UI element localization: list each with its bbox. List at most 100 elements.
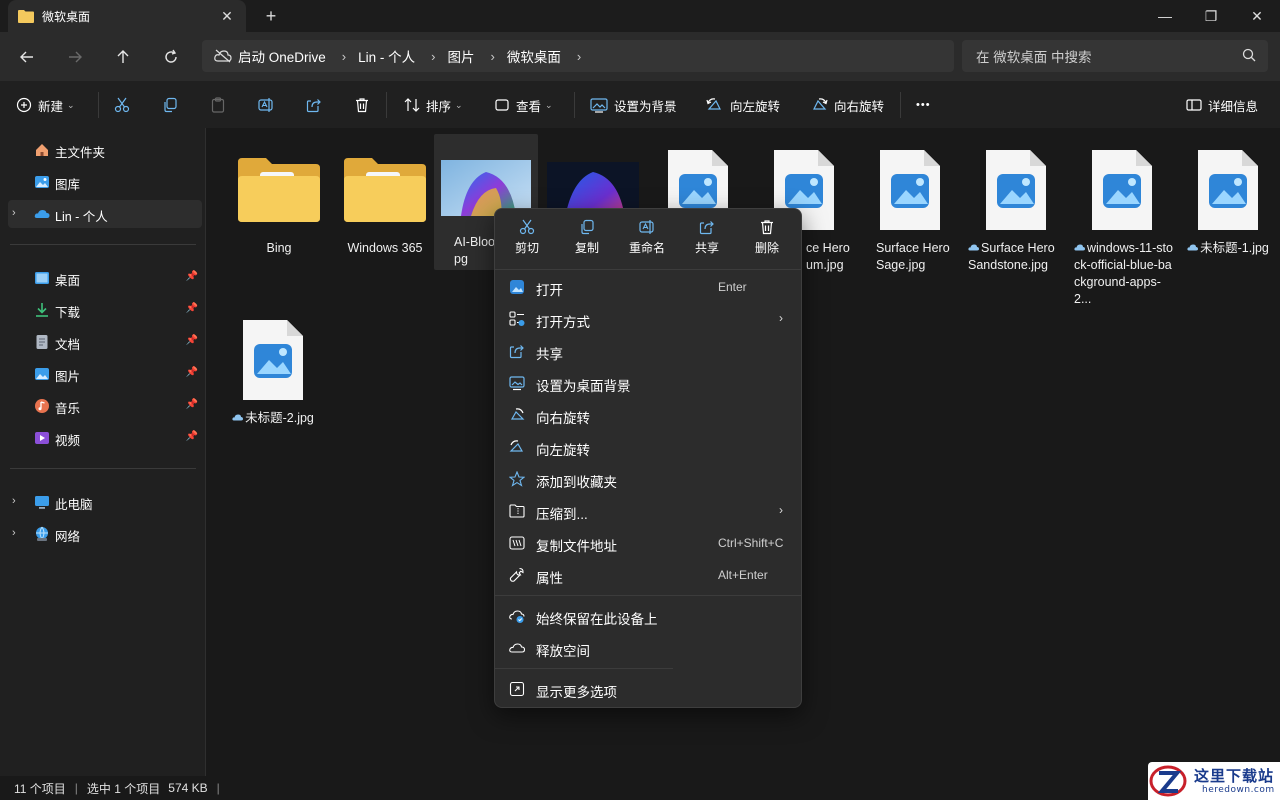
new-button[interactable]: 新建 ⌄ [16, 92, 75, 118]
menu-item-compress[interactable]: 压缩到... › [499, 496, 797, 526]
sidebar-item-desktop[interactable]: 桌面 📌 [8, 264, 202, 292]
pin-icon[interactable]: 📌 [186, 431, 198, 442]
file-tile-folder[interactable]: Windows 365 [333, 136, 437, 270]
rename-button[interactable] [258, 92, 274, 118]
menu-label: 压缩到... [536, 507, 588, 522]
menu-item-rotate-left[interactable]: 向左旋转 [499, 432, 797, 462]
breadcrumb-onedrive[interactable]: 启动 OneDrive [238, 46, 326, 66]
cut-button[interactable] [114, 92, 130, 118]
sidebar-item-home[interactable]: 主文件夹 [8, 136, 202, 164]
chevron-right-icon[interactable]: › [12, 207, 16, 219]
scissors-icon [519, 219, 535, 235]
maximize-button[interactable]: ❐ [1188, 0, 1234, 32]
menu-item-open-with[interactable]: 打开方式 › [499, 304, 797, 334]
minimize-button[interactable]: — [1142, 0, 1188, 32]
tab-title: 微软桌面 [42, 9, 91, 24]
paste-button[interactable] [210, 92, 226, 118]
back-button[interactable] [14, 44, 40, 70]
copy-button[interactable]: 复制 [559, 219, 615, 263]
sidebar-item-network[interactable]: › 网络 [8, 520, 202, 548]
file-tile-folder[interactable]: Bing [227, 136, 331, 270]
view-label: 查看 [516, 99, 542, 114]
chevron-right-icon[interactable]: › [490, 49, 494, 64]
chevron-right-icon[interactable]: › [431, 49, 435, 64]
context-quick-actions: 剪切 复制 重命名 共享 删除 [495, 209, 801, 265]
copy-path-icon [509, 536, 525, 550]
menu-item-free-space[interactable]: 释放空间 [499, 633, 797, 663]
address-bar[interactable]: 启动 OneDrive › Lin - 个人 › 图片 › 微软桌面 › [202, 40, 954, 72]
sidebar-item-downloads[interactable]: 下载 📌 [8, 296, 202, 324]
sidebar-item-music[interactable]: 音乐 📌 [8, 392, 202, 420]
menu-label: 共享 [536, 347, 563, 362]
trash-icon [761, 220, 773, 235]
site-watermark: 这里下载站 heredown.com [1148, 762, 1280, 800]
menu-item-rotate-right[interactable]: 向右旋转 [499, 400, 797, 430]
rotate-left-button[interactable]: 向左旋转 [706, 92, 780, 118]
chevron-right-icon[interactable]: › [12, 495, 16, 507]
pin-icon[interactable]: 📌 [186, 367, 198, 378]
refresh-button[interactable] [158, 44, 184, 70]
search-input[interactable]: 在 微软桌面 中搜索 [962, 40, 1268, 72]
close-tab-icon[interactable]: ✕ [218, 7, 236, 25]
pin-icon[interactable]: 📌 [186, 335, 198, 346]
breadcrumb-lin[interactable]: Lin - 个人 [358, 46, 415, 66]
sort-button[interactable]: 排序 ⌄ [404, 92, 463, 118]
cloud-icon [1187, 244, 1199, 251]
chevron-right-icon[interactable]: › [577, 49, 581, 64]
item-count: 11 个项目 [14, 781, 66, 796]
sidebar-item-videos[interactable]: 视频 📌 [8, 424, 202, 452]
breadcrumb-current[interactable]: 微软桌面 [507, 46, 561, 66]
up-button[interactable] [110, 44, 136, 70]
sidebar-item-pictures[interactable]: 图片 📌 [8, 360, 202, 388]
file-name-text: Surface Hero Sandstone.jpg [968, 241, 1055, 272]
details-button[interactable]: 详细信息 [1186, 92, 1258, 118]
delete-button[interactable] [354, 92, 370, 118]
menu-item-open[interactable]: 打开 Enter [499, 272, 797, 302]
new-tab-button[interactable]: + [262, 6, 280, 26]
rename-icon [639, 220, 654, 234]
rename-button[interactable]: 重命名 [619, 219, 675, 263]
menu-item-keep-on-device[interactable]: 始终保留在此设备上 [499, 601, 797, 631]
share-button[interactable] [306, 92, 322, 118]
file-tile-image[interactable]: 未标题-1.jpg [1176, 136, 1280, 270]
delete-label: 删除 [754, 241, 779, 255]
pin-icon[interactable]: 📌 [186, 271, 198, 282]
pin-icon[interactable]: 📌 [186, 303, 198, 314]
copy-button[interactable] [162, 92, 178, 118]
menu-item-add-to-favorites[interactable]: 添加到收藏夹 [499, 464, 797, 494]
menu-item-share[interactable]: 共享 [499, 336, 797, 366]
status-separator: | [74, 781, 78, 795]
sidebar-item-gallery[interactable]: 图库 [8, 168, 202, 196]
delete-button[interactable]: 删除 [739, 219, 795, 263]
tab-current[interactable]: 微软桌面 ✕ [8, 0, 246, 32]
cut-button[interactable]: 剪切 [499, 219, 555, 263]
rotate-right-button[interactable]: 向右旋转 [810, 92, 884, 118]
menu-item-show-more-options[interactable]: 显示更多选项 [499, 674, 797, 704]
computer-icon [35, 496, 49, 509]
menu-label: 释放空间 [536, 644, 590, 659]
file-tile-image[interactable]: windows-11-stock-official-blue-backgroun… [1070, 136, 1174, 306]
forward-button[interactable] [62, 44, 88, 70]
set-background-button[interactable]: 设置为背景 [590, 92, 677, 118]
file-tile-image[interactable]: Surface Hero Sage.jpg [858, 136, 962, 272]
menu-item-copy-path[interactable]: 复制文件地址 Ctrl+Shift+C [499, 528, 797, 558]
menu-divider [495, 595, 801, 596]
menu-item-set-desktop-background[interactable]: 设置为桌面背景 [499, 368, 797, 398]
chevron-right-icon[interactable]: › [12, 527, 16, 539]
close-window-button[interactable]: ✕ [1234, 0, 1280, 32]
set-background-label: 设置为背景 [614, 99, 677, 114]
sidebar-item-this-pc[interactable]: › 此电脑 [8, 488, 202, 516]
onedrive-cloud-icon [34, 210, 50, 218]
view-button[interactable]: 查看 ⌄ [494, 92, 553, 118]
breadcrumb-pictures[interactable]: 图片 [447, 46, 474, 66]
more-button[interactable]: ••• [916, 92, 931, 118]
file-tile-image[interactable]: Surface Hero Sandstone.jpg [964, 136, 1068, 272]
pin-icon[interactable]: 📌 [186, 399, 198, 410]
chevron-right-icon[interactable]: › [342, 49, 346, 64]
file-tile-image[interactable]: 未标题-2.jpg [221, 306, 325, 440]
search-icon [1242, 48, 1256, 62]
sidebar-item-onedrive[interactable]: › Lin - 个人 [8, 200, 202, 228]
share-button[interactable]: 共享 [679, 219, 735, 263]
sidebar-item-documents[interactable]: 文档 📌 [8, 328, 202, 356]
menu-item-properties[interactable]: 属性 Alt+Enter [499, 560, 797, 590]
